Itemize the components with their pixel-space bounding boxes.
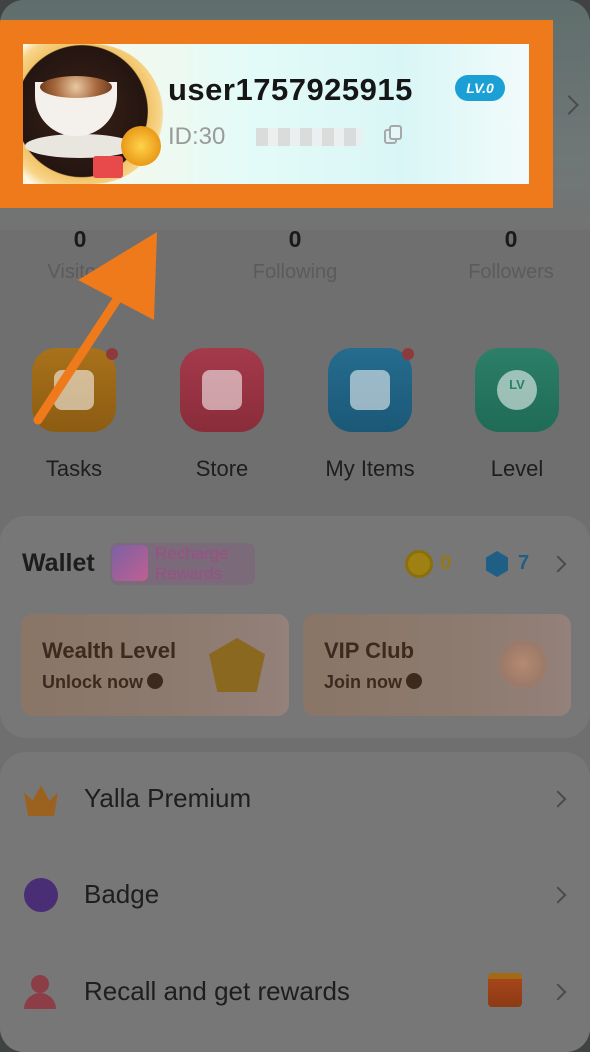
shield-icon: [209, 638, 265, 692]
menu-label: Yalla Premium: [84, 783, 252, 813]
wallet-title[interactable]: Wallet: [22, 549, 95, 578]
menu-item-badge[interactable]: Badge: [0, 848, 590, 944]
feature-label: Level: [490, 456, 544, 481]
store-icon: [180, 348, 264, 432]
tasks-button[interactable]: Tasks: [14, 348, 134, 482]
vip-emblem-icon: [495, 638, 551, 690]
promo-subtitle-text: Unlock now: [42, 672, 144, 692]
gift-icon: [112, 545, 148, 581]
menu-item-premium[interactable]: Yalla Premium: [0, 752, 590, 848]
profile-header[interactable]: [23, 44, 529, 184]
badge-icon: [24, 878, 58, 912]
store-button[interactable]: Store: [162, 348, 282, 482]
promo-title: Wealth Level: [42, 638, 177, 663]
stat-following[interactable]: 0 Following: [215, 226, 375, 284]
menu-label: Recall and get rewards: [84, 976, 350, 1006]
tshirt-icon: [328, 348, 414, 432]
level-button[interactable]: LV Level: [457, 348, 577, 482]
coin-icon: [405, 550, 433, 578]
my-items-button[interactable]: My Items: [310, 348, 430, 482]
promo-subtitle: Unlock now: [42, 672, 164, 693]
level-badge: LV.0: [455, 75, 505, 101]
avatar-gift-icon: [93, 156, 123, 178]
chevron-right-icon: [549, 790, 567, 808]
feature-label: My Items: [325, 456, 415, 481]
chevron-right-icon: [549, 983, 567, 1001]
avatar[interactable]: [23, 44, 163, 184]
promo-title: VIP Club: [324, 638, 415, 663]
person-heart-icon: [24, 975, 58, 1009]
coin-count: 0: [440, 552, 452, 574]
feature-label: Store: [195, 456, 249, 481]
calendar-icon: [32, 348, 118, 432]
chevron-right-icon: [549, 886, 567, 904]
level-glyph: LV: [509, 377, 525, 392]
stat-label: Visitors: [47, 261, 113, 283]
arrow-right-icon: [147, 673, 164, 689]
stat-value: 0: [504, 226, 518, 252]
stat-label: Following: [252, 261, 338, 283]
stat-value: 0: [288, 226, 302, 252]
vip-club-card[interactable]: VIP Club Join now: [303, 614, 571, 716]
copy-icon[interactable]: [384, 125, 402, 145]
stat-visitors[interactable]: 0 Visitors: [0, 226, 160, 284]
username: user1757925915: [168, 72, 413, 107]
stat-label: Followers: [468, 261, 554, 283]
gem-count: 7: [518, 552, 530, 574]
user-id: ID:30: [168, 123, 226, 150]
feature-label: Tasks: [45, 456, 103, 481]
coffee-shape: [40, 76, 112, 98]
id-redacted: [256, 128, 362, 146]
profile-screen: user1757925915 LV.0 ID:30 0 Visitors 0 F…: [0, 0, 590, 1052]
stat-followers[interactable]: 0 Followers: [431, 226, 590, 284]
promo-subtitle-text: Join now: [324, 672, 402, 692]
trumpet-icon: [121, 126, 161, 166]
gift-icon: [488, 973, 522, 1007]
recharge-label: Recharge: [155, 544, 229, 563]
notification-dot: [402, 348, 414, 360]
wealth-level-card[interactable]: Wealth Level Unlock now: [21, 614, 289, 716]
notification-dot: [106, 348, 118, 360]
rewards-label: Rewards: [155, 564, 223, 583]
level-icon: LV: [475, 348, 559, 432]
promo-subtitle: Join now: [324, 672, 422, 693]
menu-label: Badge: [84, 879, 160, 909]
stat-value: 0: [73, 226, 87, 252]
saucer-shape: [25, 134, 135, 158]
arrow-right-icon: [406, 673, 422, 689]
crown-icon: [24, 785, 58, 816]
